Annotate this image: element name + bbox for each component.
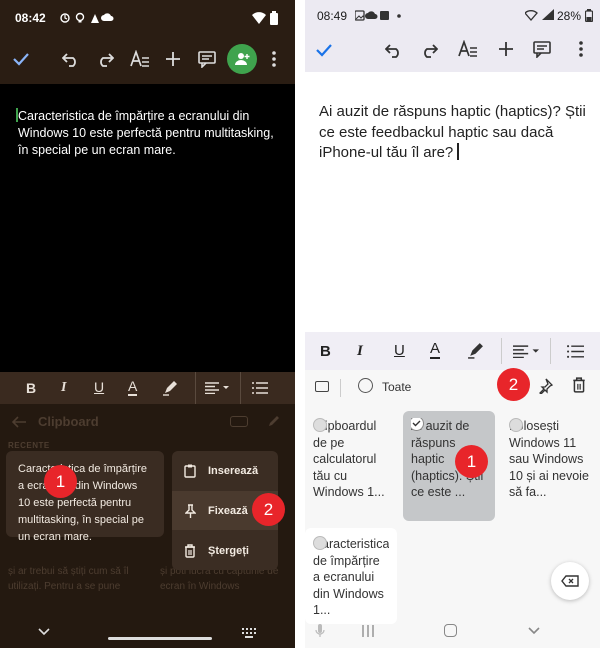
undo-icon[interactable] [385, 42, 403, 58]
callout-badge-1: 1 [455, 445, 488, 478]
callout-badge-2: 2 [497, 368, 530, 401]
underline-button[interactable]: U [94, 379, 104, 395]
clipboard-item[interactable]: Folosești Windows 11 sau Windows 10 și a… [509, 418, 593, 502]
chevron-down-icon[interactable] [528, 627, 540, 635]
document-body[interactable]: Ai auzit de răspuns haptic (haptics)? Șt… [305, 72, 600, 332]
status-bar: 08:42 [0, 0, 295, 36]
trash-icon[interactable] [572, 377, 586, 393]
align-icon[interactable] [205, 382, 229, 394]
comment-icon[interactable] [533, 41, 551, 58]
italic-button[interactable]: I [61, 380, 66, 396]
callout-badge-1: 1 [44, 465, 77, 498]
notification-icons [60, 12, 114, 24]
status-bar: 08:49 28% [305, 0, 600, 30]
format-bar: B I U A [305, 332, 600, 370]
battery-percent: 28% [557, 9, 582, 23]
check-icon[interactable] [315, 42, 333, 58]
text-color-button[interactable]: A [128, 379, 138, 396]
document-body[interactable]: Caracteristica de împărțire a ecranului … [0, 84, 295, 372]
home-button[interactable] [444, 624, 457, 637]
keyboard-icon[interactable] [242, 628, 256, 638]
italic-button[interactable]: I [357, 343, 363, 360]
insert-menu-item[interactable]: Inserează [172, 451, 278, 490]
section-label: RECENTE [8, 441, 50, 450]
clipboard-item[interactable]: Caracteristica de împărțire a ecranului … [6, 451, 164, 543]
status-time: 08:49 [317, 9, 348, 23]
text-cursor [457, 143, 459, 160]
text-format-icon[interactable] [130, 50, 150, 68]
format-bar: B I U A [0, 372, 295, 404]
clipboard-item[interactable]: Caracteristica de împărțire a ecranului … [313, 536, 389, 620]
battery-icon [585, 9, 593, 22]
clipboard-item-text: Caracteristica de împărțire a ecranului … [18, 463, 147, 543]
document-text[interactable]: Caracteristica de împărțire a ecranului … [18, 108, 280, 159]
screenshot-divider [295, 0, 305, 648]
clipboard-icon [172, 464, 208, 478]
home-gesture-bar[interactable] [108, 637, 212, 640]
keyboard-clipboard: Toate Clipboardul de pe calculatorul tău… [305, 370, 600, 648]
underline-button[interactable]: U [394, 342, 405, 359]
pin-icon [172, 503, 208, 518]
text-color-button[interactable]: A [430, 341, 441, 359]
filter-all-label[interactable]: Toate [382, 380, 411, 394]
left-screenshot: 08:42 Caracteristica de împărțire a ecra… [0, 0, 295, 648]
keyboard-toggle-icon[interactable] [230, 416, 248, 427]
bg-clip-text-1: și ar trebui să știți cum să îl utilizaț… [8, 566, 129, 592]
redo-icon[interactable] [420, 42, 438, 58]
add-icon[interactable] [165, 51, 181, 67]
docs-toolbar [305, 30, 600, 72]
docs-toolbar [0, 36, 295, 84]
pin-icon[interactable] [537, 378, 553, 394]
more-options-icon[interactable] [272, 51, 276, 67]
highlight-pen-icon[interactable] [162, 380, 178, 396]
share-user-button[interactable] [227, 44, 257, 74]
text-format-icon[interactable] [458, 40, 478, 58]
align-icon[interactable] [513, 345, 539, 358]
trash-icon [172, 543, 208, 558]
document-text[interactable]: Ai auzit de răspuns haptic (haptics)? Șt… [319, 102, 589, 164]
list-icon[interactable] [252, 382, 268, 394]
backspace-button[interactable] [551, 562, 589, 600]
undo-icon[interactable] [62, 51, 80, 67]
list-icon[interactable] [567, 345, 584, 358]
more-options-icon[interactable] [579, 41, 583, 57]
comment-icon[interactable] [198, 51, 216, 68]
wifi-icon [252, 12, 266, 24]
delete-menu-item[interactable]: Ștergeți [172, 531, 278, 570]
signal-icons [525, 9, 555, 21]
battery-icon [270, 11, 278, 25]
keyboard-icon[interactable] [315, 381, 329, 392]
status-time: 08:42 [15, 11, 46, 25]
highlight-pen-icon[interactable] [467, 342, 484, 359]
microphone-icon[interactable] [315, 624, 325, 638]
back-arrow-icon[interactable] [12, 416, 26, 428]
add-icon[interactable] [498, 41, 514, 57]
edit-icon[interactable] [268, 415, 280, 427]
bold-button[interactable]: B [26, 380, 36, 396]
check-icon[interactable] [12, 51, 30, 67]
recent-apps-icon[interactable] [362, 625, 374, 637]
navigation-bar [0, 620, 295, 648]
clipboard-item[interactable]: Clipboardul de pe calculatorul tău cu Wi… [313, 418, 393, 502]
select-all-radio[interactable] [358, 378, 373, 393]
right-screenshot: 08:49 28% Ai auzit de răspuns haptic (ha… [305, 0, 600, 648]
clipboard-title: Clipboard [38, 414, 99, 429]
chevron-down-icon[interactable] [38, 628, 50, 636]
bold-button[interactable]: B [320, 343, 331, 360]
callout-badge-2: 2 [252, 493, 285, 526]
redo-icon[interactable] [96, 51, 114, 67]
notification-icons [355, 10, 405, 21]
